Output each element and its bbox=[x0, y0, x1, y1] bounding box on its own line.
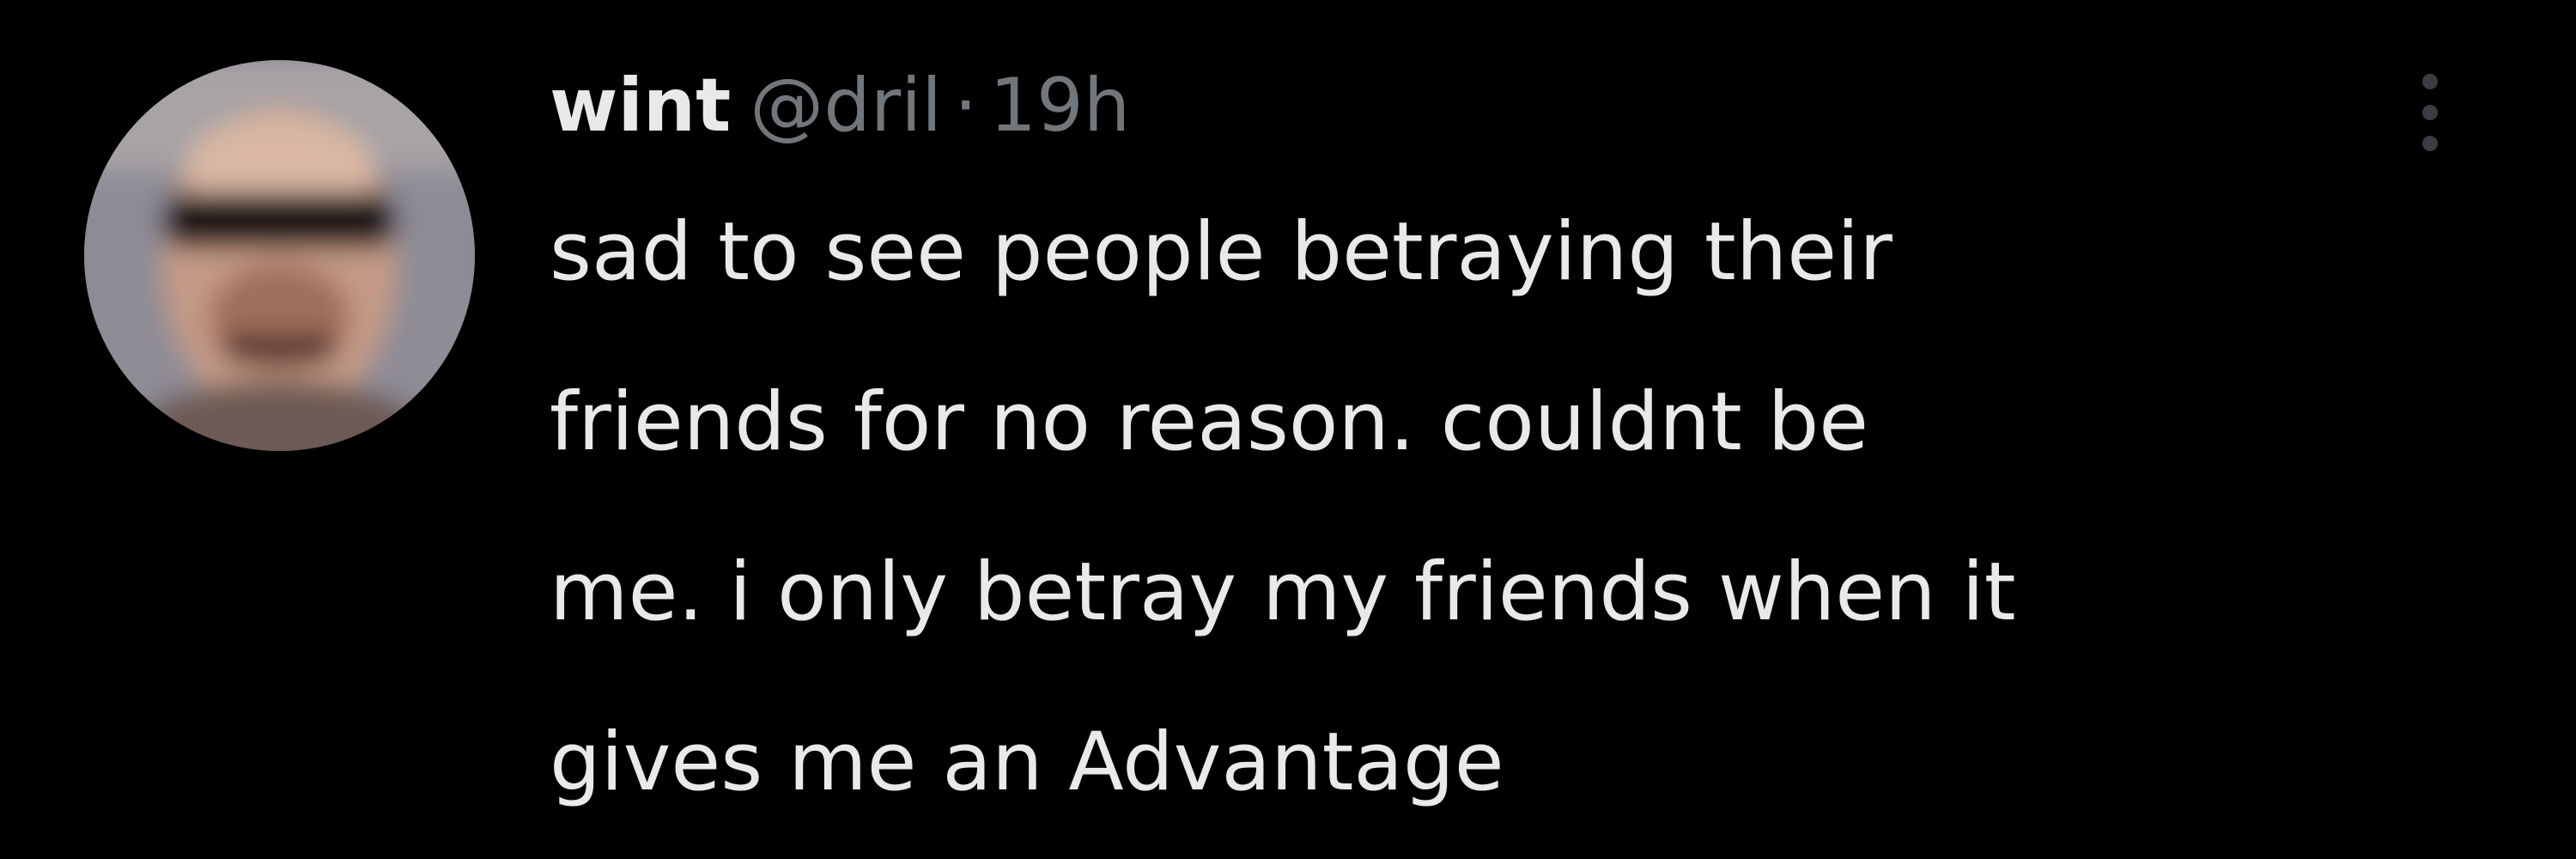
more-dots-icon[interactable] bbox=[2409, 67, 2451, 158]
avatar[interactable] bbox=[84, 60, 475, 451]
more-dot bbox=[2422, 74, 2438, 89]
more-dot bbox=[2422, 105, 2438, 120]
tweet-text-line: gives me an Advantage bbox=[550, 716, 1504, 809]
tweet-text: sad to see people betraying their friend… bbox=[550, 168, 2542, 848]
tweet-header: wint @dril · 19h bbox=[550, 58, 1130, 153]
tweet-text-line: me. i only betray my friends when it bbox=[550, 545, 2016, 639]
user-handle[interactable]: @dril bbox=[750, 63, 942, 149]
tweet-card[interactable]: wint @dril · 19h sad to see people betra… bbox=[0, 0, 2576, 859]
avatar-image bbox=[84, 60, 475, 451]
timestamp[interactable]: 19h bbox=[989, 63, 1130, 149]
tweet-text-line: friends for no reason. couldnt be bbox=[550, 375, 1869, 469]
header-separator: · bbox=[954, 63, 978, 149]
display-name[interactable]: wint bbox=[550, 63, 731, 149]
tweet-text-line: sad to see people betraying their bbox=[550, 205, 1893, 299]
more-dot bbox=[2422, 136, 2438, 151]
